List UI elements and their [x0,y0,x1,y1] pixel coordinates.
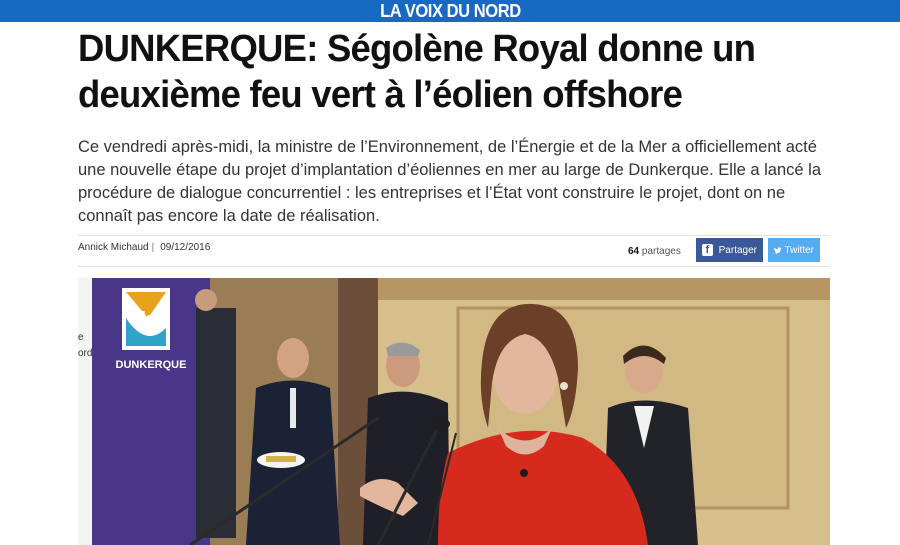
site-header: LA VOIX DU NORD [0,0,900,22]
twitter-share-label: Twitter [784,244,814,256]
share-count-number: 64 [628,246,640,257]
side-banner-text-1: e [78,332,84,343]
share-count: 64 partages [628,246,681,257]
twitter-share-button[interactable]: Twitter [768,238,820,262]
site-logo[interactable]: LA VOIX DU NORD [380,0,521,22]
facebook-share-button[interactable]: f Partager [696,238,763,262]
publish-date: 09/12/2016 [160,242,211,253]
photo-illustration: e ord k DUNKERQUE [78,278,830,545]
article-photo[interactable]: e ord k DUNKERQUE [78,278,830,545]
article-lead: Ce vendredi après-midi, la ministre de l… [78,138,821,225]
facebook-icon: f [702,244,713,256]
twitter-icon [774,246,782,253]
author-name[interactable]: Annick Michaud [78,242,149,253]
byline: Annick Michaud | 09/12/2016 [78,242,210,253]
article-meta-bar: Annick Michaud | 09/12/2016 64 partages f … [78,235,830,267]
article-headline: DUNKERQUE: Ségolène Royal donne un deuxi… [78,28,756,116]
facebook-share-label: Partager [718,244,757,256]
side-banner-text-2: ord [78,348,92,359]
share-count-label: partages [641,246,681,257]
banner-logo-letter: k [140,309,152,331]
banner-dunkerque-text: DUNKERQUE [116,359,187,371]
byline-separator: | [151,242,155,253]
